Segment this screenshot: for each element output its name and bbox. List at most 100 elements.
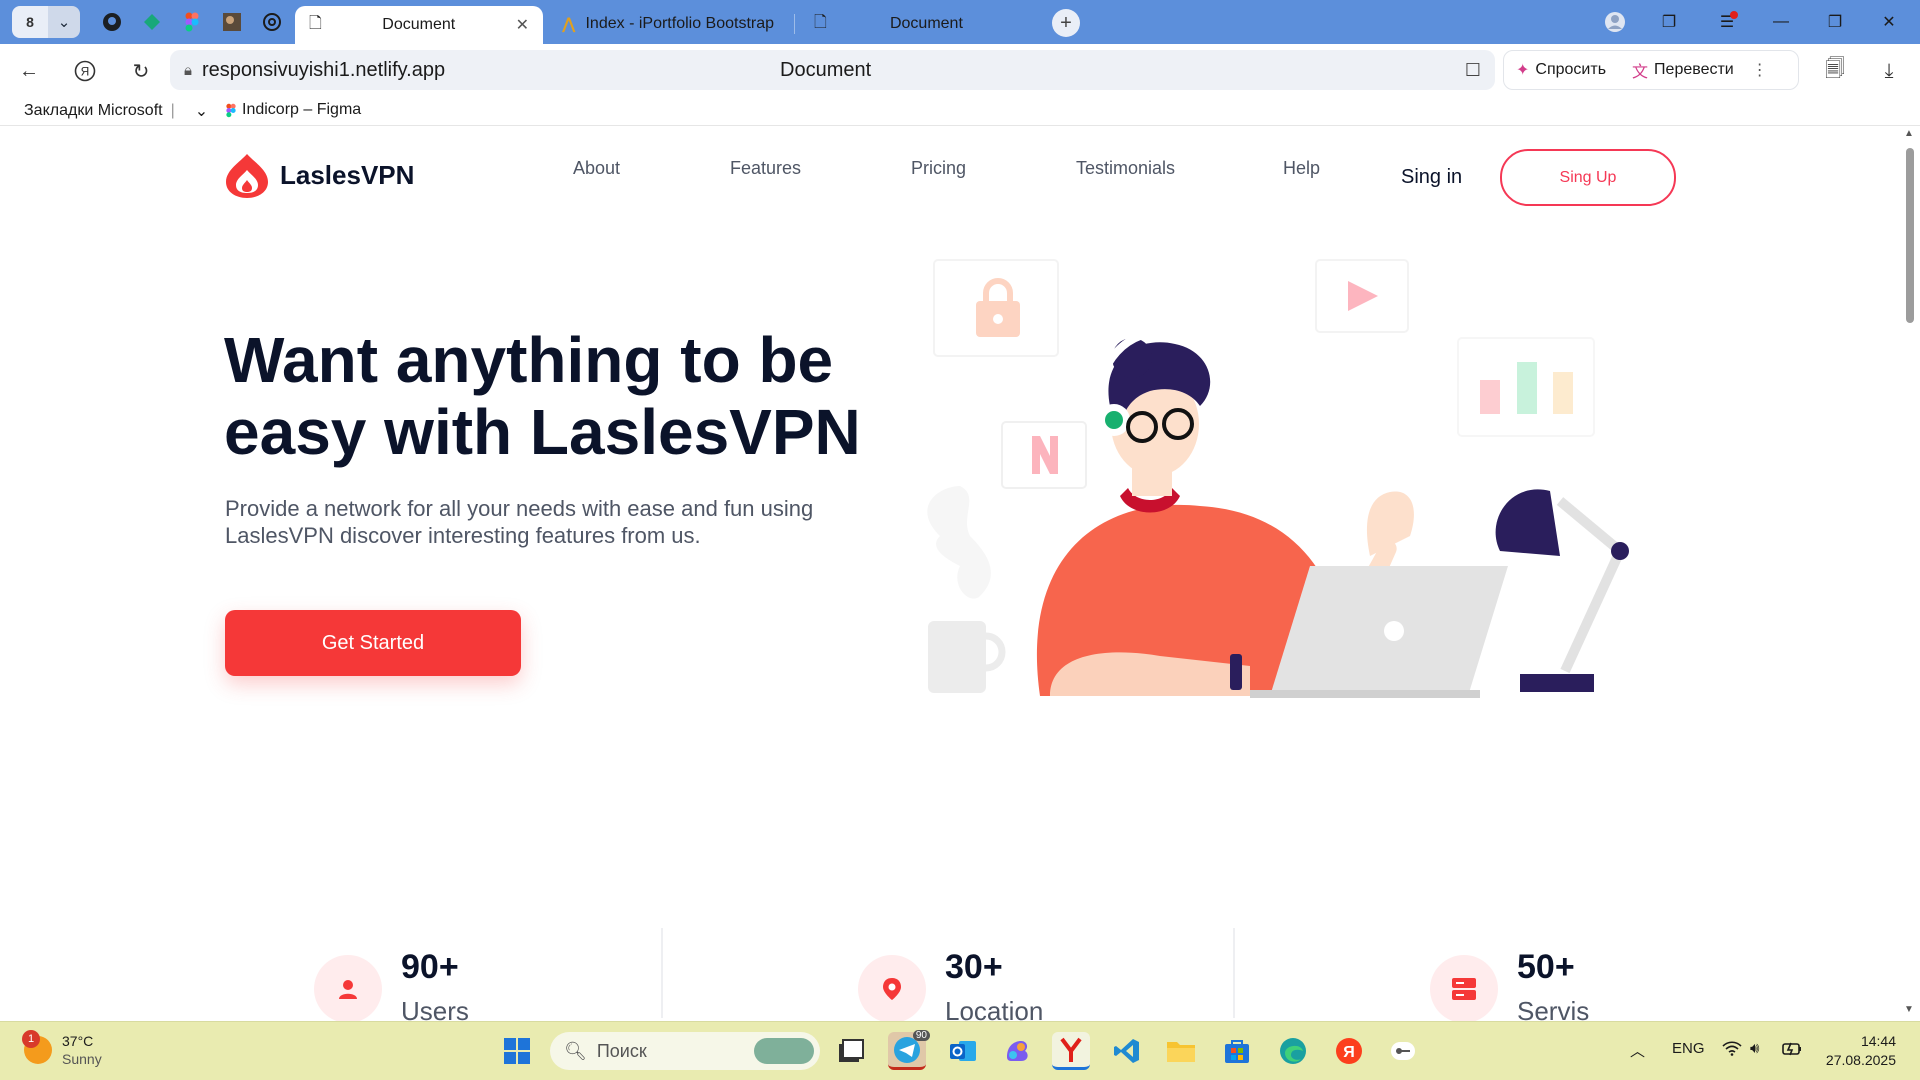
ai-actions-box: ✦ Спросить 文 Перевести ⋮ [1503, 50, 1799, 90]
play-card-icon [1315, 259, 1409, 333]
coffee-mug-icon [928, 621, 1006, 693]
nav-help-link[interactable]: Help [1283, 158, 1320, 179]
more-menu-icon[interactable]: ⋮ [1752, 60, 1768, 80]
figma-pinned-tab-icon[interactable] [176, 6, 208, 38]
tab-document-active[interactable]: 🗋 Document ✕ [295, 6, 543, 44]
server-icon [1430, 955, 1498, 1021]
taskbar-search[interactable]: 🔍︎ Поиск [550, 1032, 820, 1070]
scroll-up-arrow-icon[interactable]: ▲ [1904, 128, 1914, 139]
yandex-app-icon[interactable]: Я [1330, 1032, 1368, 1070]
tab-counter-button[interactable]: 8 [12, 6, 48, 38]
back-arrow-icon[interactable]: ← [14, 56, 44, 86]
translate-button[interactable]: 文 Перевести [1632, 58, 1734, 82]
tab-iportfolio[interactable]: ⋀ Index - iPortfolio Bootstrap [548, 6, 788, 42]
stats-divider [661, 928, 663, 1018]
new-tab-button[interactable]: + [1052, 9, 1080, 37]
copilot-app-icon[interactable] [998, 1032, 1036, 1070]
ask-button[interactable]: ✦ Спросить [1516, 60, 1606, 80]
microsoft-store-app-icon[interactable] [1218, 1032, 1256, 1070]
hero-title-line: Want anything to be [224, 324, 834, 396]
chevron-down-icon[interactable]: ⌄ [195, 101, 208, 121]
site-logo[interactable]: LaslesVPN [224, 152, 414, 198]
nav-pricing-link[interactable]: Pricing [911, 158, 966, 179]
profile-avatar-icon[interactable] [1600, 8, 1630, 36]
search-placeholder: Поиск [596, 1040, 647, 1061]
task-view-icon[interactable] [832, 1032, 870, 1070]
sun-icon: 1 [22, 1030, 52, 1064]
bookmark-folder-microsoft[interactable]: Закладки Microsoft | ⌄ [24, 101, 208, 121]
restore-icon[interactable]: ❐ [1820, 8, 1850, 36]
telegram-app-icon[interactable]: 90 [888, 1030, 930, 1070]
pinned-tab-green-icon[interactable] [136, 6, 168, 38]
weather-temp: 37°C [62, 1033, 94, 1049]
nav-features-link[interactable]: Features [730, 158, 801, 179]
reading-list-icon[interactable]: 🗐 [1820, 56, 1850, 86]
hero-subtitle-line: Provide a network for all your needs wit… [225, 496, 814, 521]
download-icon[interactable]: ⤓ [1874, 56, 1904, 86]
translate-label: Перевести [1654, 61, 1734, 78]
bookmark-label: Закладки Microsoft [24, 102, 163, 119]
scroll-down-arrow-icon[interactable]: ▼ [1904, 1004, 1914, 1015]
stat-location-value: 30+ [945, 948, 1003, 986]
wifi-icon[interactable] [1722, 1040, 1742, 1060]
hero-subtitle: Provide a network for all your needs wit… [225, 495, 865, 549]
close-tab-icon[interactable]: ✕ [516, 15, 529, 35]
key-app-icon[interactable] [1384, 1032, 1422, 1070]
edge-app-icon[interactable] [1274, 1032, 1312, 1070]
battery-icon[interactable] [1782, 1040, 1802, 1060]
close-window-icon[interactable]: ✕ [1874, 8, 1904, 36]
chevron-up-icon[interactable]: ︿ [1630, 1040, 1645, 1061]
bootstrap-template-icon: ⋀ [562, 16, 576, 33]
taskbar-clock[interactable]: 14:44 27.08.2025 [1820, 1032, 1896, 1070]
url-text[interactable]: responsivuyishi1.netlify.app [202, 59, 445, 82]
nav-about-link[interactable]: About [573, 158, 620, 179]
windows-start-icon[interactable] [498, 1032, 536, 1070]
document-icon: 🗋 [814, 13, 827, 31]
omnibox-page-title: Document [780, 58, 872, 81]
figma-icon [226, 103, 236, 117]
language-indicator[interactable]: ENG [1672, 1040, 1705, 1057]
file-explorer-app-icon[interactable] [1162, 1032, 1200, 1070]
tab-label: Index - iPortfolio Bootstrap [585, 15, 774, 32]
tab-divider [794, 14, 795, 34]
vscode-app-icon[interactable] [1108, 1032, 1146, 1070]
yandex-browser-app-icon[interactable] [1052, 1032, 1090, 1070]
scrollbar-thumb[interactable] [1906, 148, 1914, 323]
web-page: LaslesVPN About Features Pricing Testimo… [0, 126, 1900, 1021]
search-highlight-icon [754, 1038, 814, 1064]
stat-users-value: 90+ [401, 948, 459, 986]
image-pinned-tab-icon[interactable] [216, 6, 248, 38]
volume-icon[interactable]: 🔊︎ [1750, 1040, 1759, 1057]
search-icon: 🔍︎ [564, 1040, 587, 1061]
minimize-icon[interactable]: — [1766, 8, 1796, 36]
bookmark-icon[interactable]: ☐ [1465, 60, 1481, 81]
omnibox[interactable]: 🔒︎ responsivuyishi1.netlify.app Document… [170, 50, 1495, 90]
sign-up-button[interactable]: Sing Up [1500, 149, 1676, 206]
chatgpt-pinned-tab-icon[interactable] [256, 6, 288, 38]
yandex-home-icon[interactable]: Я [70, 56, 100, 86]
hero-title: Want anything to be easy with LaslesVPN [224, 324, 884, 468]
menu-notifications-icon[interactable]: ☰ [1712, 8, 1742, 36]
lock-icon: 🔒︎ [184, 61, 192, 79]
sign-in-link[interactable]: Sing in [1401, 166, 1462, 189]
collections-icon[interactable]: ❐ [1654, 8, 1684, 36]
tab-label: Document [889, 15, 963, 32]
clock-time: 14:44 [1860, 1033, 1896, 1049]
tab-list-dropdown-icon[interactable]: ⌄ [48, 6, 80, 38]
browser-tab-bar: 8 ⌄ 🗋 Document ✕ ⋀ Index - iPortfolio Bo… [0, 0, 1920, 44]
bar-chart-card-icon [1457, 337, 1595, 437]
sparkle-icon: ✦ [1516, 62, 1530, 79]
github-pinned-tab-icon[interactable] [96, 6, 128, 38]
tab-document[interactable]: 🗋 Document [800, 6, 1040, 42]
stat-servers-label: Servis [1517, 996, 1590, 1021]
nav-testimonials-link[interactable]: Testimonials [1076, 158, 1175, 179]
svg-text:Я: Я [1343, 1044, 1355, 1061]
get-started-button[interactable]: Get Started [225, 610, 521, 676]
hero-title-line: easy with LaslesVPN [224, 396, 861, 468]
windows-taskbar: 1 37°C Sunny 🔍︎ Поиск 90 Я ︿ ENG 🔊︎ 14:4… [0, 1021, 1920, 1080]
bookmark-figma[interactable]: Indicorp – Figma [226, 101, 361, 119]
page-scrollbar[interactable]: ▲ ▼ [1900, 126, 1920, 1021]
weather-widget[interactable]: 1 37°C Sunny [22, 1030, 102, 1068]
outlook-app-icon[interactable] [944, 1032, 982, 1070]
reload-icon[interactable]: ↻ [126, 56, 156, 86]
